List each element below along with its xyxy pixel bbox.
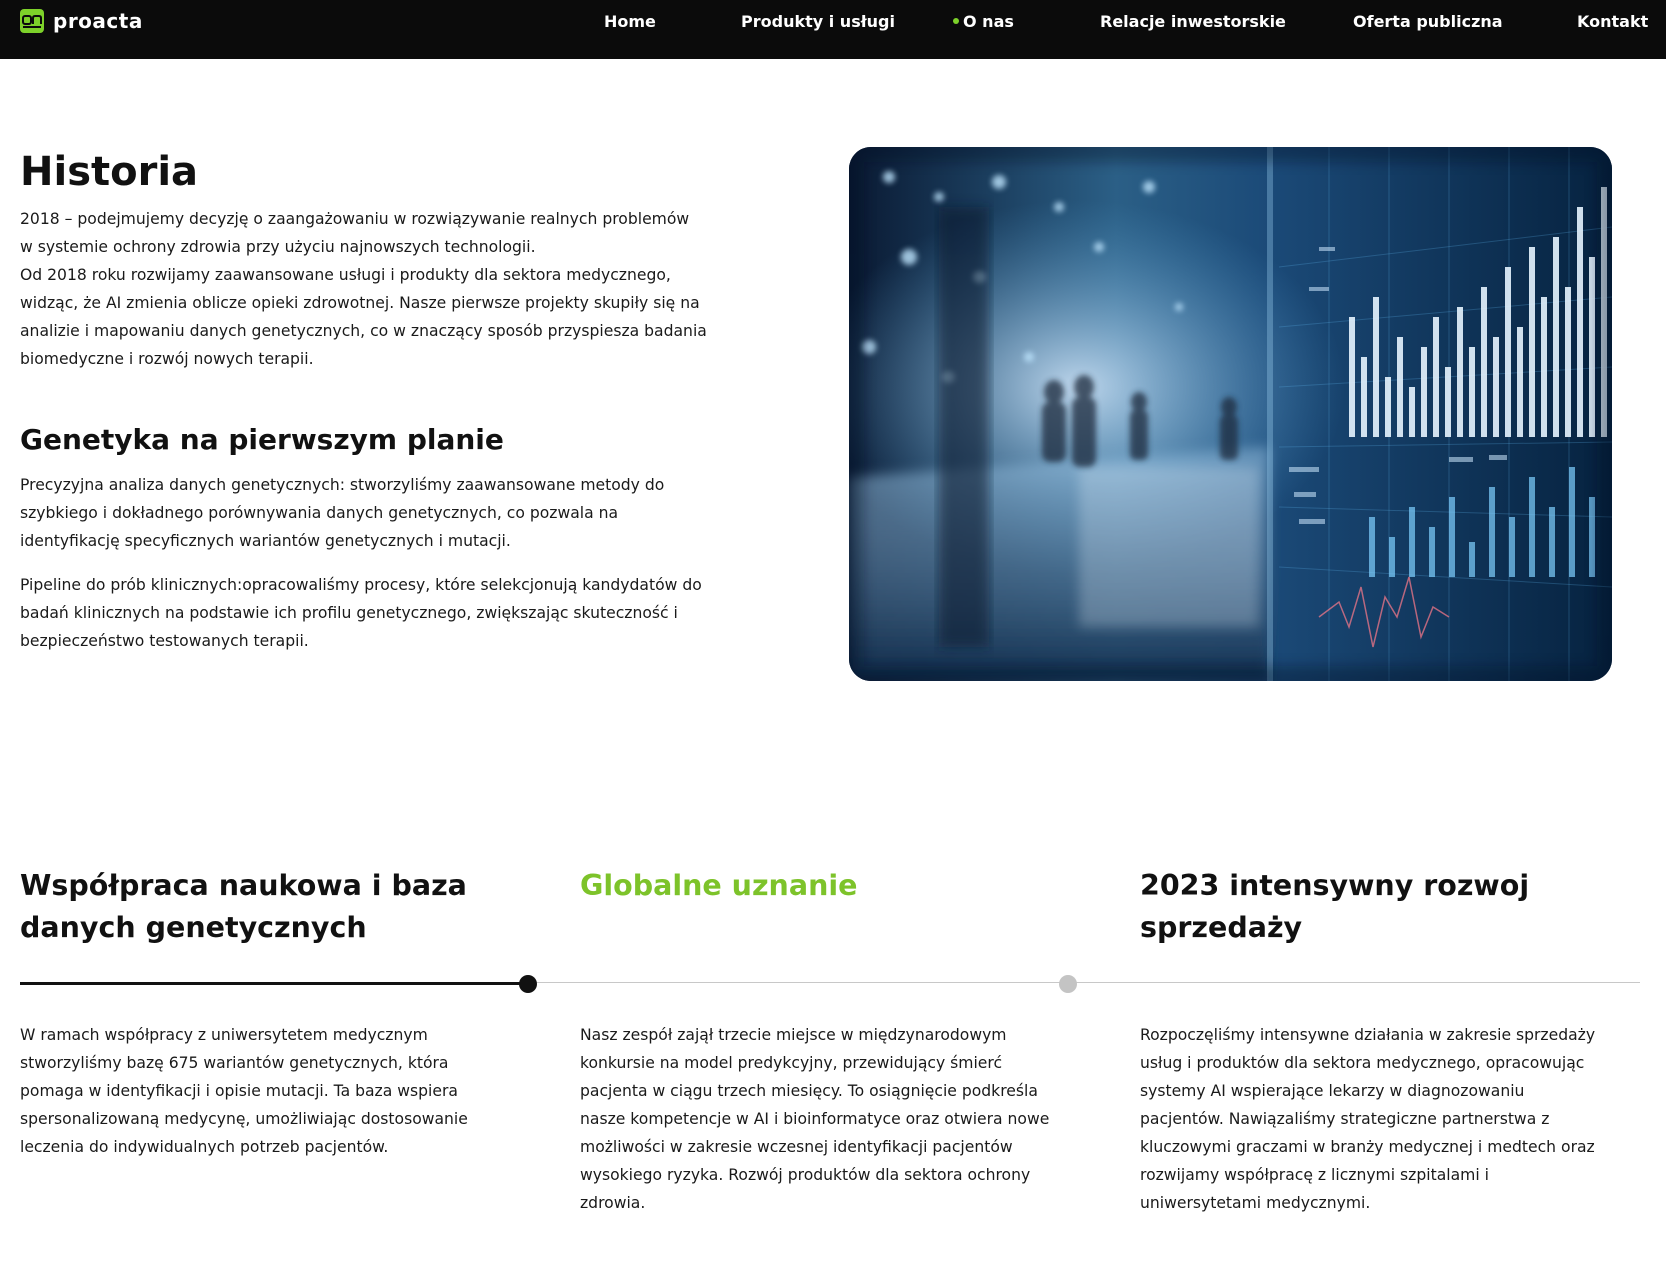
logo-text: proacta [53,9,143,33]
history-line-2: w systemie ochrony zdrowia przy użyciu n… [20,238,536,256]
nav-about-us-label: O nas [963,12,1014,31]
nav-investor-relations[interactable]: Relacje inwestorskie [1100,0,1286,43]
logo-icon [20,9,44,33]
genetics-paragraph-1: Precyzyjna analiza danych genetycznych: … [20,476,665,550]
nav-public-offering[interactable]: Oferta publiczna [1353,0,1503,43]
genetics-paragraph-2: Pipeline do prób klinicznych:opracowaliś… [20,576,702,650]
nav-about-us[interactable]: O nas [953,0,1014,43]
logo[interactable]: proacta [20,9,143,33]
history-heading: Historia [20,149,199,195]
milestone-1-text: W ramach współpracy z uniwersytetem medy… [20,1026,468,1156]
milestone-3-text: Rozpoczęliśmy intensywne działania w zak… [1140,1026,1596,1212]
timeline-dot-active[interactable] [519,975,537,993]
history-year-line: 2018 – podejmujemy decyzję o zaangażowan… [20,205,720,261]
nav-products-services[interactable]: Produkty i usługi [741,0,895,43]
nav-home[interactable]: Home [604,0,656,43]
hero-image-data-visualization [849,147,1612,681]
milestone-2-text: Nasz zespół zajął trzecie miejsce w międ… [580,1026,1050,1212]
active-indicator-dot [953,18,959,24]
top-navigation-bar: proacta Home Produkty i usługi O nas Rel… [0,0,1666,59]
timeline-progress [20,982,528,985]
milestone-1-title: Współpraca naukowa i baza danych genetyc… [20,869,467,944]
milestone-3-title: 2023 intensywny rozwoj sprzedaży [1140,869,1530,944]
history-line-1: 2018 – podejmujemy decyzję o zaangażowan… [20,210,690,228]
history-intro: Od 2018 roku rozwijamy zaawansowane usłu… [20,266,707,368]
genetics-heading: Genetyka na pierwszym planie [20,423,504,456]
timeline-dot-inactive[interactable] [1059,975,1077,993]
milestone-2-title: Globalne uznanie [580,869,858,902]
nav-contact[interactable]: Kontakt [1577,0,1648,43]
